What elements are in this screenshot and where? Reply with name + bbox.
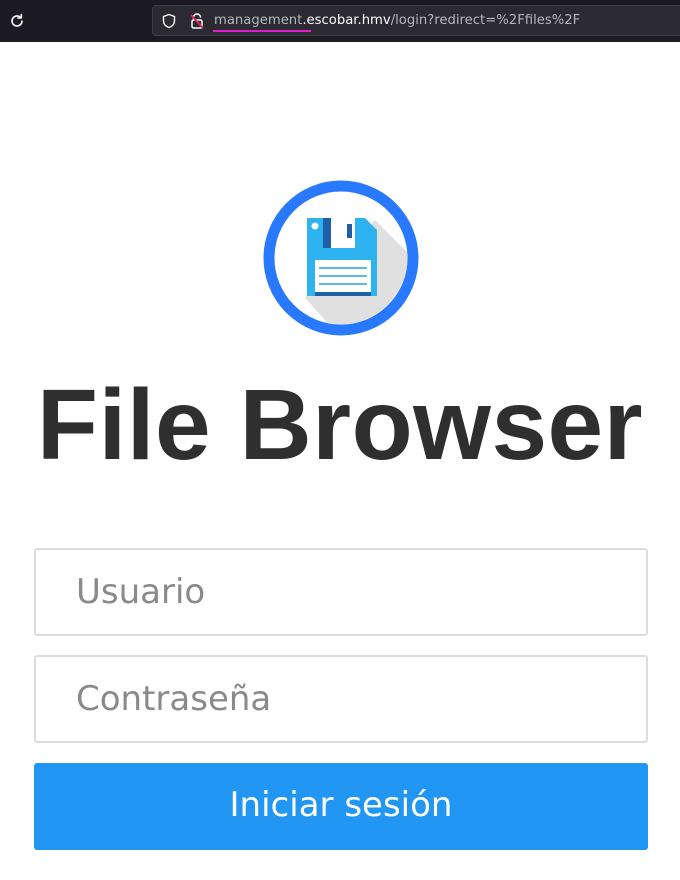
insecure-lock-icon[interactable] xyxy=(189,12,205,30)
password-placeholder: Contraseña xyxy=(76,679,272,719)
username-placeholder: Usuario xyxy=(76,572,206,612)
username-input[interactable]: Usuario xyxy=(34,548,648,636)
login-submit-label: Iniciar sesión xyxy=(229,785,453,825)
address-bar[interactable]: management.escobar.hmv/login?redirect=%2… xyxy=(152,5,680,36)
url-highlight-underline xyxy=(213,30,311,32)
tracking-protection-shield-icon[interactable] xyxy=(161,13,177,29)
url-text: management.escobar.hmv/login?redirect=%2… xyxy=(214,13,580,28)
url-subdomain: management xyxy=(214,13,303,28)
app-title: File Browser xyxy=(36,369,644,481)
password-input[interactable]: Contraseña xyxy=(34,655,648,743)
login-submit-button[interactable]: Iniciar sesión xyxy=(34,763,648,850)
url-path: /login?redirect=%2Ffiles%2F xyxy=(390,13,581,28)
floppy-disk-icon xyxy=(263,180,419,336)
browser-toolbar: management.escobar.hmv/login?redirect=%2… xyxy=(0,0,680,42)
reload-icon[interactable] xyxy=(8,12,26,30)
url-domain: .escobar.hmv xyxy=(302,13,391,28)
